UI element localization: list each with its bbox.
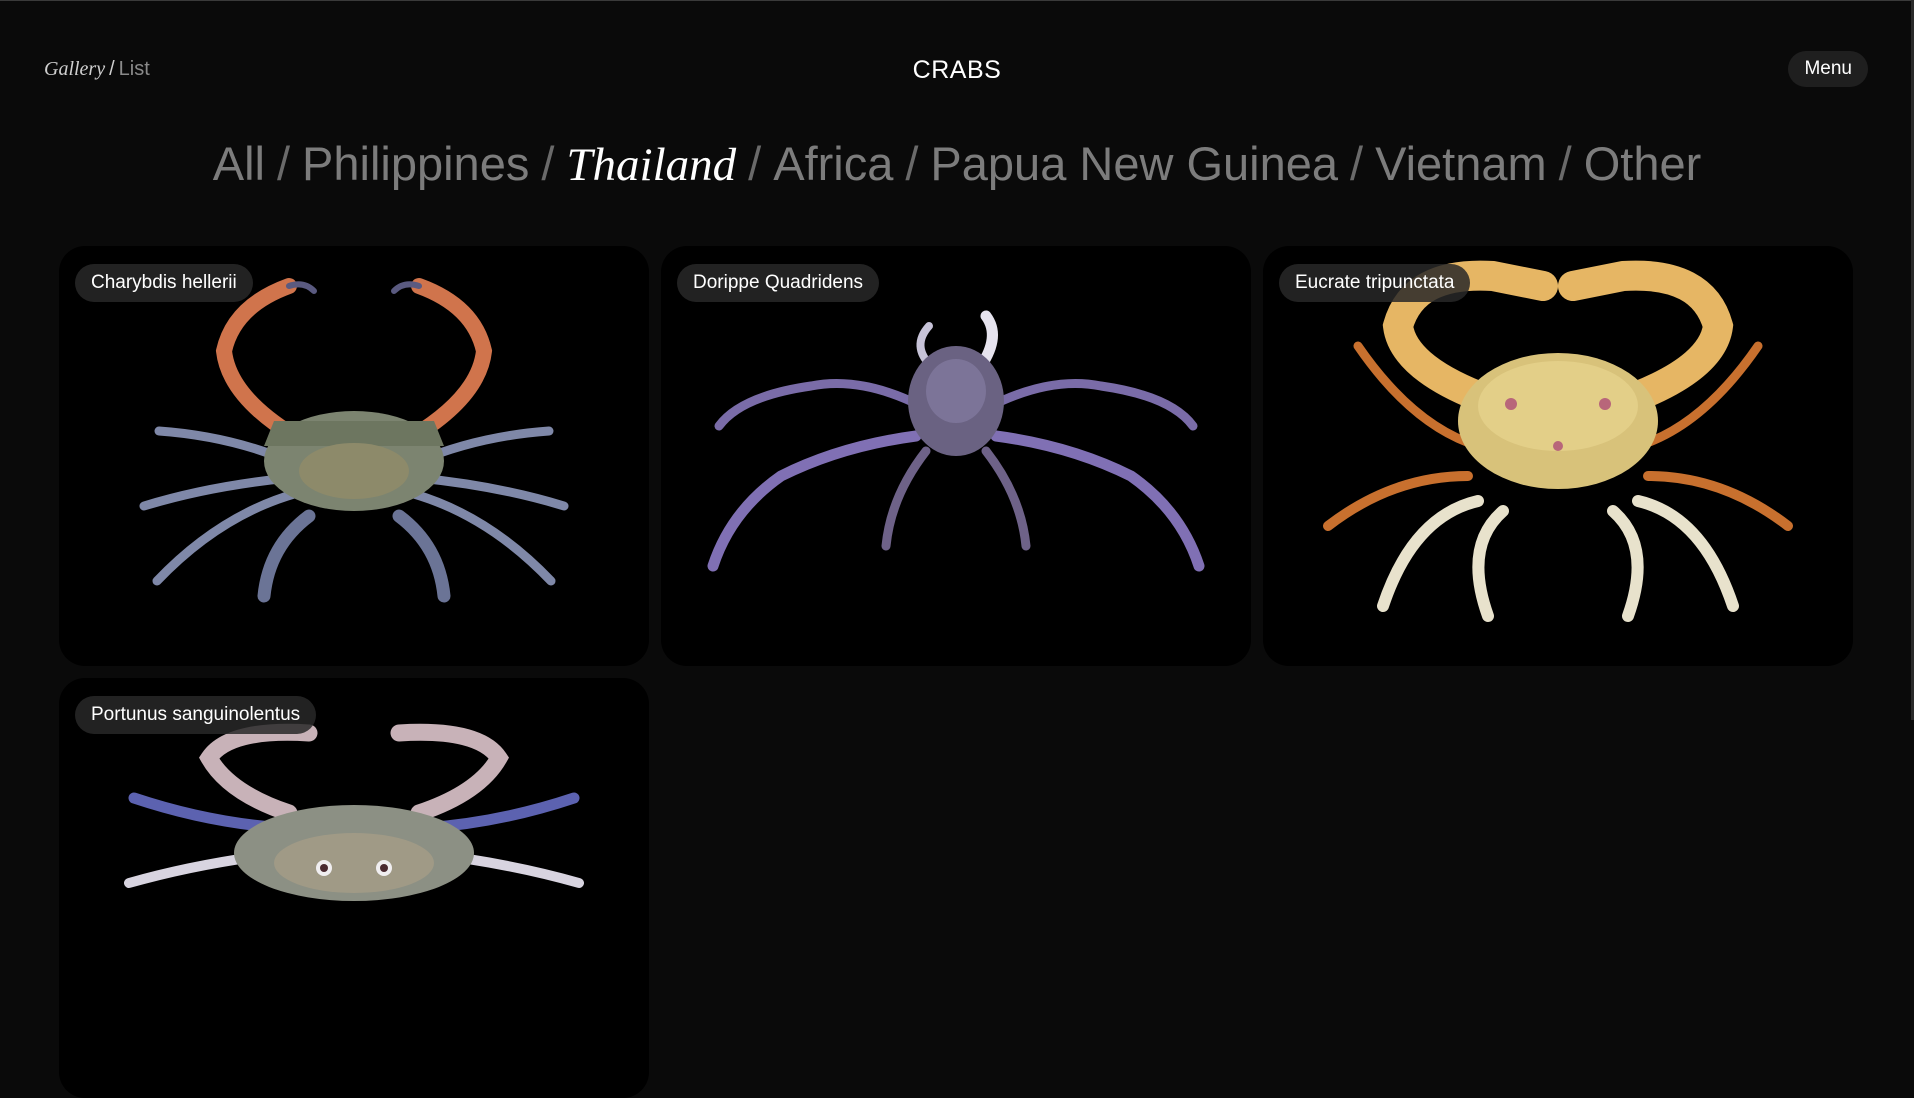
crab-blue-orange-image [139, 278, 569, 603]
crab-name-label: Eucrate tripunctata [1279, 264, 1471, 302]
crab-card[interactable]: Dorippe Quadridens [661, 246, 1251, 666]
filter-separator: / [1350, 137, 1364, 190]
crab-card[interactable]: Eucrate tripunctata [1263, 246, 1853, 666]
site-title[interactable]: CRABS [0, 56, 1914, 85]
region-filter-nav: All / Philippines / Thailand / Africa / Papua Ne… [0, 136, 1914, 192]
filter-separator: / [541, 137, 555, 190]
crab-card[interactable]: Charybdis hellerii [59, 246, 649, 666]
filter-all[interactable]: All [213, 137, 265, 190]
filter-papua-new-guinea[interactable]: Papua New Guinea [930, 137, 1338, 190]
crab-blue-spotted-image [124, 723, 584, 901]
filter-africa[interactable]: Africa [773, 137, 893, 190]
menu-button[interactable]: Menu [1788, 51, 1868, 87]
crab-name-label: Dorippe Quadridens [677, 264, 880, 302]
filter-separator: / [748, 137, 762, 190]
filter-vietnam[interactable]: Vietnam [1375, 137, 1547, 190]
crab-yellow-orange-image [1323, 260, 1793, 622]
filter-other[interactable]: Other [1584, 137, 1702, 190]
filter-separator: / [1558, 137, 1572, 190]
crab-card[interactable]: Portunus sanguinolentus [59, 678, 649, 1098]
filter-separator: / [276, 137, 291, 190]
crab-name-label: Charybdis hellerii [75, 264, 253, 302]
site-header: Gallery / List CRABS Menu [0, 0, 1914, 140]
crab-name-label: Portunus sanguinolentus [75, 696, 317, 734]
filter-separator: / [905, 137, 919, 190]
crab-purple-image [707, 310, 1205, 572]
filter-philippines[interactable]: Philippines [302, 137, 529, 190]
filter-thailand[interactable]: Thailand [566, 139, 736, 191]
crab-gallery-grid: Charybdis hellerii Dorippe Quadridens Eu… [59, 246, 1853, 1098]
